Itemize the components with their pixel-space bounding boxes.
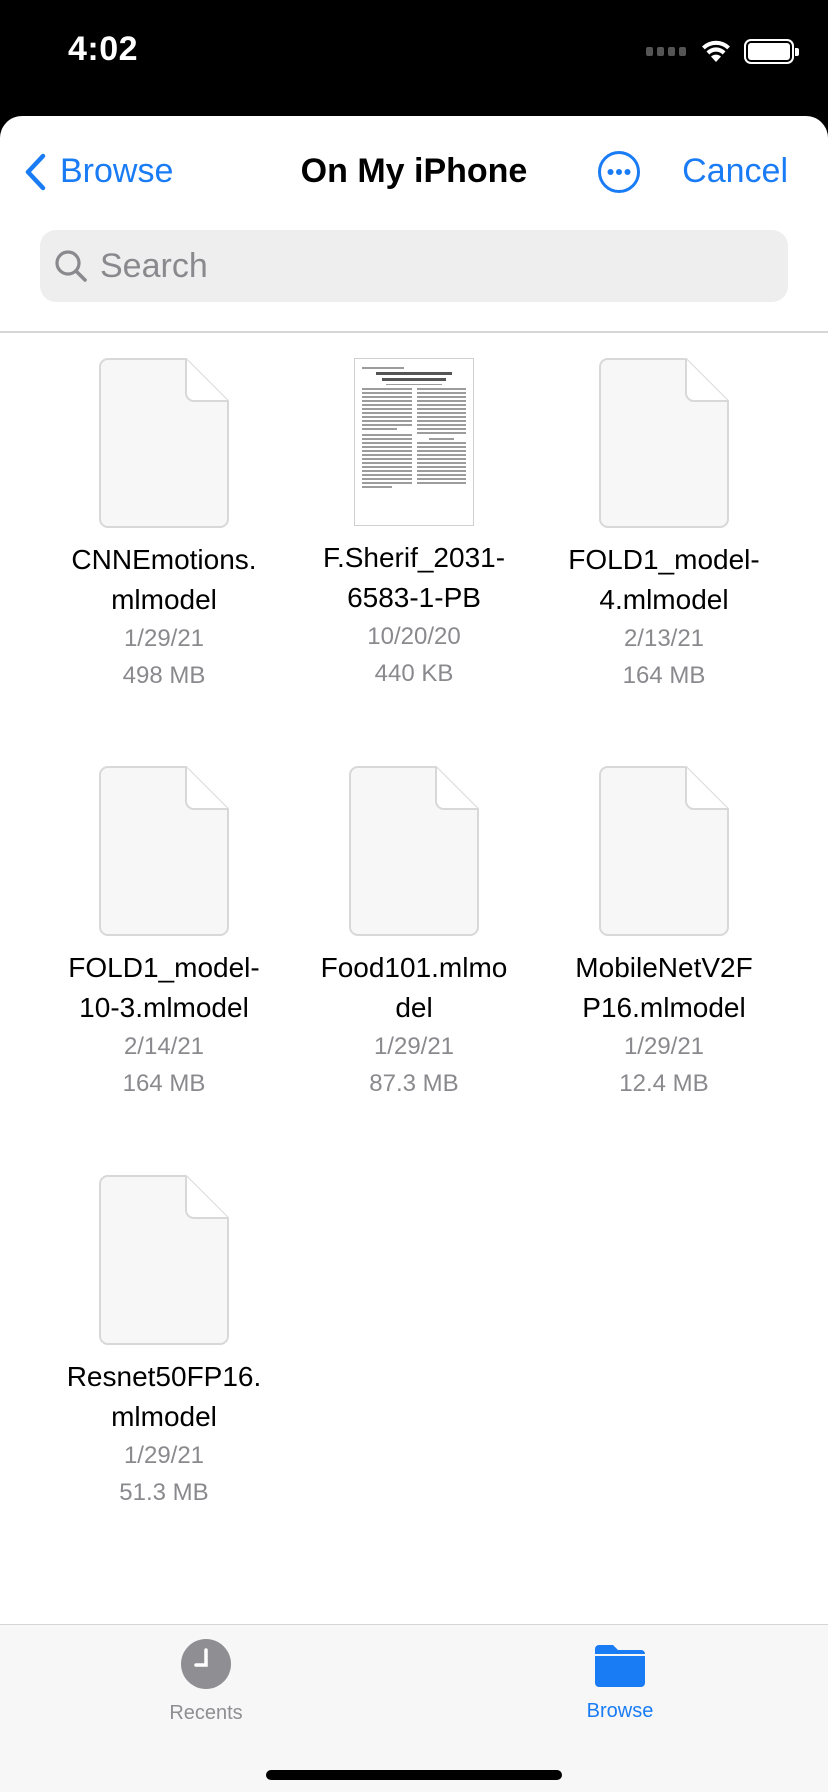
file-name: Resnet50FP16. mlmodel bbox=[66, 1361, 262, 1432]
file-date: 10/20/20 bbox=[367, 623, 461, 650]
generic-file-icon bbox=[349, 766, 479, 936]
status-icons bbox=[646, 36, 799, 66]
back-browse-button[interactable]: Browse bbox=[24, 152, 173, 191]
divider bbox=[0, 331, 828, 333]
home-indicator bbox=[266, 1770, 562, 1780]
file-browser-sheet: Browse On My iPhone Cancel CNNEmotions. … bbox=[0, 116, 828, 1792]
file-name: Food101.mlmo del bbox=[320, 952, 508, 1023]
file-date: 2/14/21 bbox=[123, 1033, 205, 1060]
file-name: MobileNetV2F P16.mlmodel bbox=[575, 952, 753, 1023]
cellular-signal-icon bbox=[646, 46, 686, 56]
file-item[interactable]: CNNEmotions. mlmodel 1/29/21 498 MB bbox=[44, 358, 284, 694]
file-name: FOLD1_model- 10-3.mlmodel bbox=[68, 952, 260, 1023]
generic-file-icon bbox=[599, 766, 729, 936]
file-size: 164 MB bbox=[622, 662, 706, 689]
search-icon bbox=[55, 250, 87, 282]
file-date: 1/29/21 bbox=[123, 625, 205, 652]
file-name: FOLD1_model- 4.mlmodel bbox=[568, 544, 760, 615]
file-date: 1/29/21 bbox=[623, 1033, 705, 1060]
nav-bar: Browse On My iPhone Cancel bbox=[0, 116, 828, 226]
file-size: 164 MB bbox=[122, 1070, 206, 1097]
generic-file-icon bbox=[99, 1175, 229, 1345]
tab-browse[interactable]: Browse bbox=[520, 1625, 720, 1723]
tab-recents[interactable]: Recents bbox=[106, 1625, 306, 1725]
back-button-label: Browse bbox=[60, 152, 174, 190]
file-item[interactable]: F.Sherif_2031- 6583-1-PB 10/20/20 440 KB bbox=[294, 358, 534, 692]
pdf-thumbnail bbox=[354, 358, 474, 526]
file-size: 440 KB bbox=[374, 660, 454, 687]
file-item[interactable]: Resnet50FP16. mlmodel 1/29/21 51.3 MB bbox=[44, 1175, 284, 1511]
generic-file-icon bbox=[599, 358, 729, 528]
file-size: 12.4 MB bbox=[619, 1070, 709, 1097]
clock-icon bbox=[181, 1639, 231, 1689]
cancel-button[interactable]: Cancel bbox=[682, 152, 788, 191]
file-size: 87.3 MB bbox=[369, 1070, 459, 1097]
tab-label: Browse bbox=[586, 1700, 654, 1722]
file-date: 2/13/21 bbox=[623, 625, 705, 652]
file-date: 1/29/21 bbox=[373, 1033, 455, 1060]
file-size: 51.3 MB bbox=[119, 1479, 209, 1506]
status-time: 4:02 bbox=[68, 30, 139, 68]
tab-label: Recents bbox=[169, 1702, 243, 1724]
chevron-left-icon bbox=[25, 153, 46, 190]
tab-bar: Recents Browse bbox=[0, 1624, 828, 1792]
generic-file-icon bbox=[99, 766, 229, 936]
battery-icon bbox=[744, 38, 799, 64]
search-bar[interactable] bbox=[40, 230, 788, 302]
file-item[interactable]: FOLD1_model- 10-3.mlmodel 2/14/21 164 MB bbox=[44, 766, 284, 1102]
generic-file-icon bbox=[99, 358, 229, 528]
file-name: CNNEmotions. mlmodel bbox=[71, 544, 257, 615]
status-bar: 4:02 bbox=[0, 0, 828, 116]
file-item[interactable]: MobileNetV2F P16.mlmodel 1/29/21 12.4 MB bbox=[544, 766, 784, 1102]
file-item[interactable]: FOLD1_model- 4.mlmodel 2/13/21 164 MB bbox=[544, 358, 784, 694]
wifi-icon bbox=[702, 40, 730, 62]
file-name: F.Sherif_2031- 6583-1-PB bbox=[322, 542, 506, 613]
more-options-icon[interactable] bbox=[597, 150, 641, 194]
file-date: 1/29/21 bbox=[123, 1442, 205, 1469]
folder-icon bbox=[595, 1645, 645, 1687]
file-item[interactable]: Food101.mlmo del 1/29/21 87.3 MB bbox=[294, 766, 534, 1102]
search-input[interactable] bbox=[100, 246, 740, 286]
file-size: 498 MB bbox=[122, 662, 206, 689]
